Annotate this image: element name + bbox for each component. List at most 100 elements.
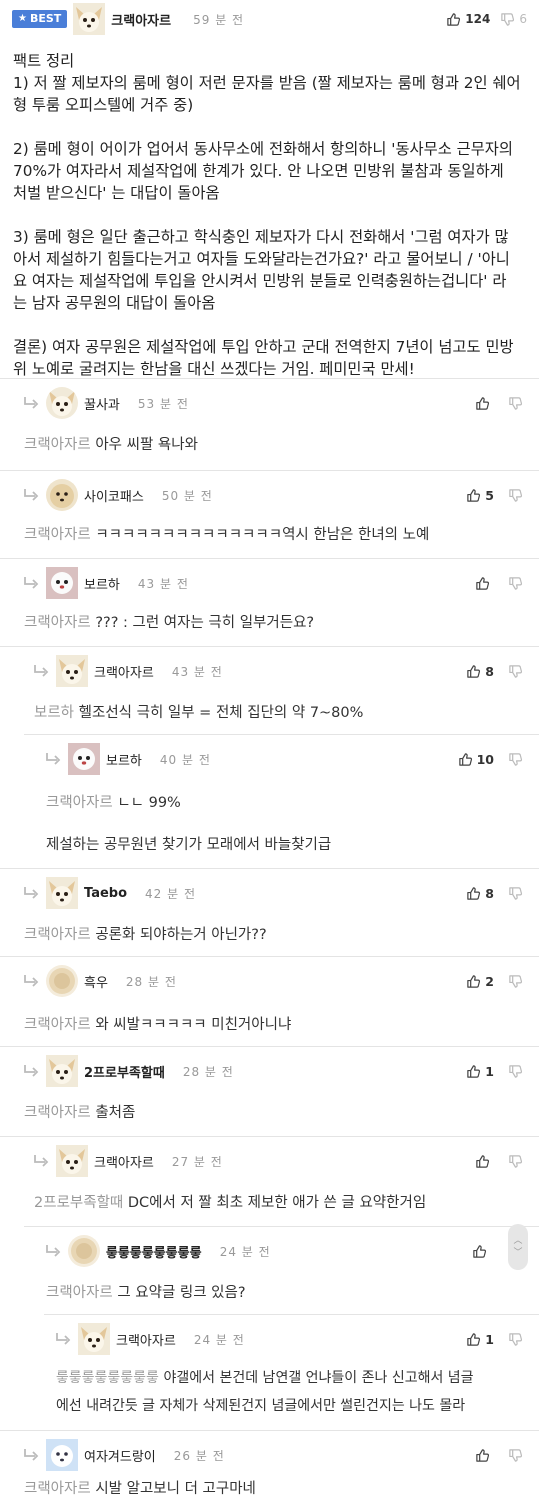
mention[interactable]: 크랙아자르 [24, 1481, 91, 1497]
downvote-button[interactable] [508, 396, 523, 411]
thumbs-down-icon [508, 1064, 523, 1079]
comment: Taebo 42 분 전 8 크랙아자르 공론화 되야하는거 아닌가?? [0, 868, 539, 956]
thumbs-up-icon [475, 1448, 490, 1463]
post-header: ★ BEST 크랙아자르 59 분 전 124 6 [12, 3, 527, 35]
upvote-button[interactable] [475, 576, 494, 591]
avatar[interactable] [68, 1235, 100, 1267]
avatar[interactable] [56, 655, 88, 687]
comment-text: 보르하 헬조선식 극히 일부 = 전체 집단의 약 7~80% [34, 705, 364, 721]
comment-author[interactable]: 크랙아자르 [94, 1152, 154, 1171]
thumbs-up-icon [466, 1332, 481, 1347]
downvote-button[interactable]: 6 [500, 12, 527, 27]
post-body: 팩트 정리 1) 저 짤 제보자의 룸메 형이 저런 문자를 받음 (짤 제보자… [13, 50, 529, 380]
comment-text-line2: 제설하는 공무원년 찾기가 모래에서 바늘찾기급 [46, 837, 332, 853]
mention[interactable]: 크랙아자르 [24, 1017, 91, 1033]
comment: 릏릏릏릏릏릏릏릏 24 분 전 크랙아자르 그 요약글 링크 있음? [24, 1226, 539, 1314]
comment-author[interactable]: Taebo [84, 886, 127, 901]
avatar[interactable] [68, 743, 100, 775]
comment: 크랙아자르 27 분 전 2프로부족할때 DC에서 저 짤 최초 제보한 애가 … [0, 1136, 539, 1226]
comment-author[interactable]: 크랙아자르 [94, 662, 154, 681]
downvote-button[interactable] [508, 1064, 523, 1079]
downvote-button[interactable] [508, 1332, 523, 1347]
comment-time: 28 분 전 [125, 974, 177, 989]
comment-author[interactable]: 꿀사과 [84, 394, 120, 413]
upvote-button[interactable] [475, 1154, 494, 1169]
comment-author[interactable]: 보르하 [84, 574, 120, 593]
avatar[interactable] [46, 1055, 78, 1087]
comment-text: 릏릏릏릏릏릏릏릏 야갤에서 본건데 남연갤 언냐들이 존나 신고해서 념글 [56, 1370, 474, 1386]
avatar[interactable] [46, 387, 78, 419]
downvote-button[interactable] [508, 664, 523, 679]
thumbs-up-icon [466, 1064, 481, 1079]
downvote-button[interactable] [508, 974, 523, 989]
avatar[interactable] [46, 567, 78, 599]
upvote-button[interactable] [475, 1448, 494, 1463]
comment-text: 크랙아자르 ㅋㅋㅋㅋㅋㅋㅋㅋㅋㅋㅋㅋㅋㅋ역시 한남은 한녀의 노예 [24, 527, 430, 543]
thumbs-up-icon [475, 576, 490, 591]
thumbs-down-icon [508, 886, 523, 901]
upvote-button[interactable]: 8 [466, 664, 494, 679]
comment-time: 50 분 전 [161, 488, 213, 503]
comment-author[interactable]: 흑우 [84, 972, 108, 991]
thumbs-down-icon [508, 974, 523, 989]
mention[interactable]: 크랙아자르 [24, 615, 91, 631]
upvote-button[interactable] [475, 396, 494, 411]
comment: 여자겨드랑이 26 분 전 크랙아자르 시발 알고보니 더 고구마네 [0, 1430, 539, 1498]
comment: 꿀사과 53 분 전 크랙아자르 아우 씨팔 욕나와 [0, 378, 539, 470]
mention[interactable]: 크랙아자르 [24, 1105, 91, 1121]
comment-time: 40 분 전 [159, 752, 211, 767]
comment-author[interactable]: 2프로부족할때 [84, 1062, 165, 1081]
reply-arrow-icon [22, 973, 40, 989]
upvote-button[interactable]: 2 [466, 974, 494, 989]
avatar[interactable] [46, 965, 78, 997]
comment-author[interactable]: 사이코패스 [84, 486, 144, 505]
mention[interactable]: 크랙아자르 [46, 795, 113, 811]
avatar[interactable] [78, 1323, 110, 1355]
mention[interactable]: 크랙아자르 [24, 927, 91, 943]
mention[interactable]: 릏릏릏릏릏릏릏릏 [56, 1370, 159, 1386]
comment-text: 크랙아자르 그 요약글 링크 있음? [46, 1285, 246, 1301]
best-post: ★ BEST 크랙아자르 59 분 전 124 6 팩트 정리 1) 저 짤 제… [0, 0, 539, 378]
upvote-button[interactable] [472, 1244, 491, 1259]
comment-author[interactable]: 보르하 [106, 750, 142, 769]
avatar[interactable] [73, 3, 105, 35]
comment-author[interactable]: 크랙아자르 [116, 1330, 176, 1349]
mention[interactable]: 크랙아자르 [24, 527, 91, 543]
comment-text: 크랙아자르 ??? : 그런 여자는 극히 일부거든요? [24, 615, 315, 631]
downvote-button[interactable] [508, 576, 523, 591]
downvote-button[interactable] [508, 886, 523, 901]
thumbs-up-icon [475, 396, 490, 411]
downvote-button[interactable] [508, 488, 523, 503]
avatar[interactable] [46, 479, 78, 511]
avatar[interactable] [56, 1145, 88, 1177]
post-author[interactable]: 크랙아자르 [111, 10, 171, 29]
upvote-button[interactable]: 10 [458, 752, 494, 767]
mention[interactable]: 보르하 [34, 705, 74, 721]
comment-author[interactable]: 여자겨드랑이 [84, 1446, 156, 1465]
comment-time: 42 분 전 [145, 886, 197, 901]
downvote-button[interactable] [508, 1448, 523, 1463]
thumbs-up-icon [446, 12, 461, 27]
thumbs-up-icon [466, 974, 481, 989]
mention[interactable]: 크랙아자르 [24, 437, 91, 453]
mention[interactable]: 2프로부족할때 [34, 1195, 123, 1211]
upvote-button[interactable]: 1 [466, 1332, 494, 1347]
comment: 2프로부족할때 28 분 전 1 크랙아자르 출처좀 [0, 1046, 539, 1136]
mention[interactable]: 크랙아자르 [46, 1285, 113, 1301]
comment-author[interactable]: 릏릏릏릏릏릏릏릏 [106, 1242, 202, 1261]
upvote-count: 124 [465, 12, 491, 26]
reply-arrow-icon [22, 1447, 40, 1463]
post-paragraph: 팩트 정리 1) 저 짤 제보자의 룸메 형이 저런 문자를 받음 (짤 제보자… [13, 52, 521, 114]
post-paragraph: 결론) 여자 공무원은 제설작업에 투입 안하고 군대 전역한지 7년이 넘고도… [13, 338, 514, 378]
comment-text: 2프로부족할때 DC에서 저 짤 최초 제보한 애가 쓴 글 요약한거임 [34, 1195, 427, 1211]
upvote-button[interactable]: 8 [466, 886, 494, 901]
scroll-handle[interactable]: ︿ ﹀ [508, 1224, 528, 1270]
avatar[interactable] [46, 877, 78, 909]
downvote-button[interactable] [508, 1154, 523, 1169]
downvote-button[interactable] [508, 752, 523, 767]
upvote-button[interactable]: 124 [446, 12, 490, 27]
upvote-button[interactable]: 5 [466, 488, 494, 503]
upvote-button[interactable]: 1 [466, 1064, 494, 1079]
avatar[interactable] [46, 1439, 78, 1471]
comment-text: 크랙아자르 아우 씨팔 욕나와 [24, 437, 198, 453]
